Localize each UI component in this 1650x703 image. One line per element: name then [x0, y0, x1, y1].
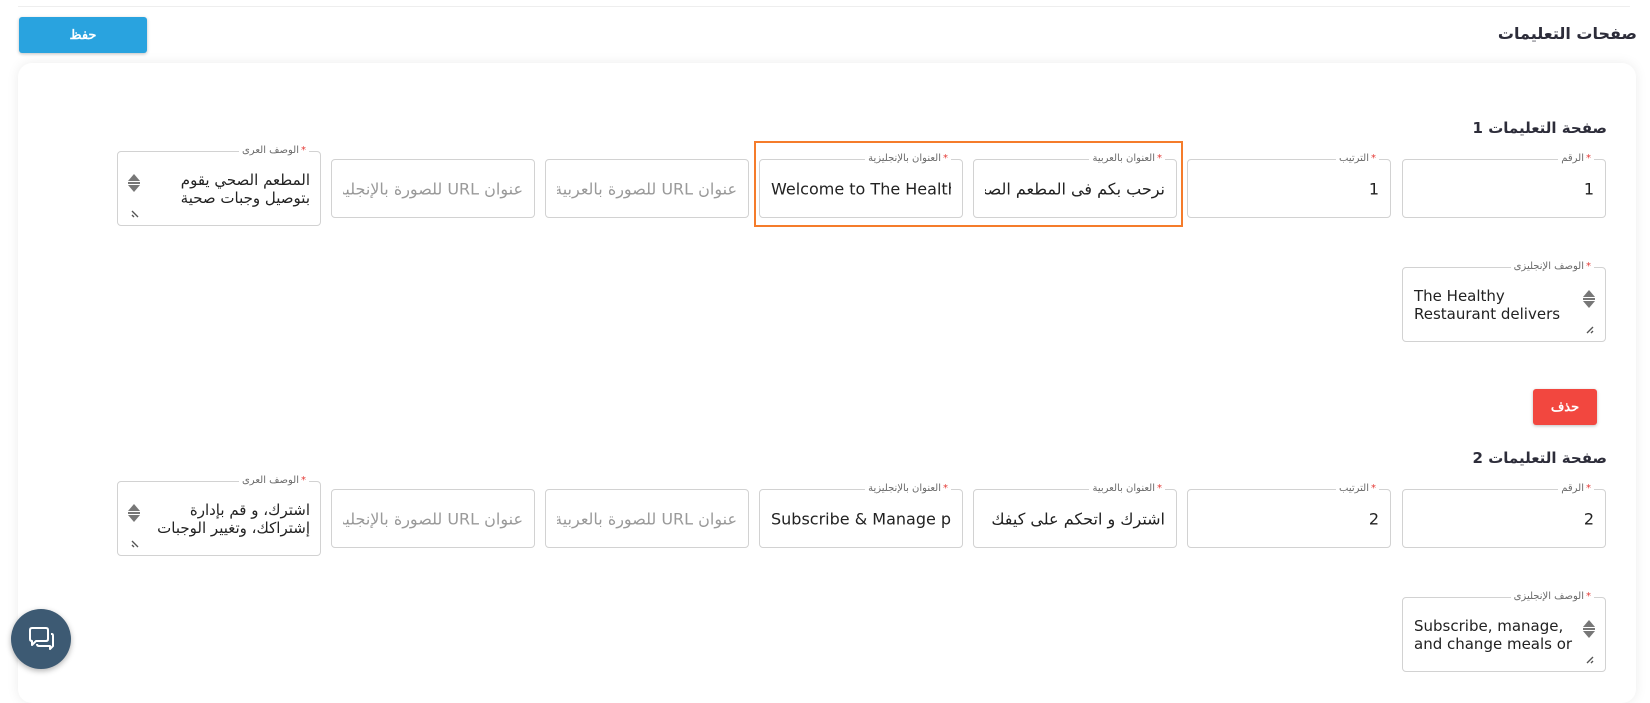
- spinner-icon[interactable]: [128, 504, 140, 524]
- image-url-ar-field-1[interactable]: عنوان URL للصورة بالعربية: [545, 159, 749, 218]
- chat-bubbles-icon: [29, 627, 54, 650]
- delete-button[interactable]: حذف: [1533, 389, 1597, 425]
- order-label: *الترتيب: [1336, 482, 1379, 496]
- title-en-field-2[interactable]: *العنوان بالإنجليزية Subscribe & Manage …: [759, 482, 963, 548]
- title-ar-field-2[interactable]: *العنوان بالعربية اشترك و اتحكم على كيفك: [973, 482, 1177, 548]
- desc-ar-value: اشترك، و قم بإدارة إشتراكك، وتغيير الوجب…: [157, 500, 310, 537]
- section-title-1: صفحة التعليمات 1: [1472, 119, 1607, 137]
- resize-grip-icon[interactable]: [130, 537, 142, 549]
- order-value: 2: [1368, 509, 1379, 528]
- desc-ar-value: المطعم الصحي يقوم بتوصيل وجبات صحية: [180, 170, 310, 207]
- image-url-en-field-1[interactable]: عنوان URL للصورة بالإنجليزية: [331, 159, 535, 218]
- desc-ar-field-1[interactable]: *الوصف العرى المطعم الصحي يقوم بتوصيل وج…: [117, 144, 321, 226]
- number-label: *الرقم: [1558, 482, 1594, 496]
- image-url-en-placeholder: عنوان URL للصورة بالإنجليزية: [343, 509, 523, 528]
- number-value: 1: [1583, 179, 1594, 198]
- title-ar-label: *العنوان بالعربية: [1089, 482, 1165, 496]
- spinner-icon[interactable]: [1583, 290, 1595, 310]
- desc-en-value: The Healthy Restaurant delivers: [1414, 286, 1561, 323]
- page-title: صفحات التعليمات: [1497, 24, 1637, 43]
- order-value: 1: [1368, 179, 1379, 198]
- number-field-1[interactable]: *الرقم 1: [1402, 152, 1606, 218]
- section-title-2: صفحة التعليمات 2: [1472, 449, 1607, 467]
- title-en-label: *العنوان بالإنجليزية: [865, 482, 951, 496]
- order-label: *الترتيب: [1336, 152, 1379, 166]
- image-url-ar-placeholder: عنوان URL للصورة بالعربية: [557, 179, 737, 198]
- desc-en-label: *الوصف الإنجليزى: [1510, 260, 1594, 274]
- desc-en-field-1[interactable]: *الوصف الإنجليزى The Healthy Restaurant …: [1402, 260, 1606, 342]
- desc-en-field-2[interactable]: *الوصف الإنجليزى Subscribe, manage, and …: [1402, 590, 1606, 672]
- number-value: 2: [1583, 509, 1594, 528]
- resize-grip-icon[interactable]: [1583, 653, 1595, 665]
- resize-grip-icon[interactable]: [1583, 323, 1595, 335]
- desc-ar-label: *الوصف العرى: [238, 144, 309, 158]
- order-field-1[interactable]: *الترتيب 1: [1187, 152, 1391, 218]
- title-en-value: Subscribe & Manage personally: [771, 509, 951, 528]
- title-fields-highlight: [754, 141, 1183, 227]
- desc-ar-field-2[interactable]: *الوصف العرى اشترك، و قم بإدارة إشتراكك،…: [117, 474, 321, 556]
- number-label: *الرقم: [1558, 152, 1594, 166]
- chat-button[interactable]: [11, 609, 71, 669]
- image-url-en-placeholder: عنوان URL للصورة بالإنجليزية: [343, 179, 523, 198]
- image-url-en-field-2[interactable]: عنوان URL للصورة بالإنجليزية: [331, 489, 535, 548]
- title-ar-value: اشترك و اتحكم على كيفك: [991, 509, 1165, 528]
- top-divider: [18, 6, 1630, 7]
- resize-grip-icon[interactable]: [130, 207, 142, 219]
- save-button[interactable]: حفظ: [19, 17, 147, 53]
- desc-en-label: *الوصف الإنجليزى: [1510, 590, 1594, 604]
- spinner-icon[interactable]: [1583, 620, 1595, 640]
- number-field-2[interactable]: *الرقم 2: [1402, 482, 1606, 548]
- image-url-ar-field-2[interactable]: عنوان URL للصورة بالعربية: [545, 489, 749, 548]
- desc-ar-label: *الوصف العرى: [238, 474, 309, 488]
- spinner-icon[interactable]: [128, 174, 140, 194]
- image-url-ar-placeholder: عنوان URL للصورة بالعربية: [557, 509, 737, 528]
- order-field-2[interactable]: *الترتيب 2: [1187, 482, 1391, 548]
- desc-en-value: Subscribe, manage, and change meals or: [1414, 616, 1573, 653]
